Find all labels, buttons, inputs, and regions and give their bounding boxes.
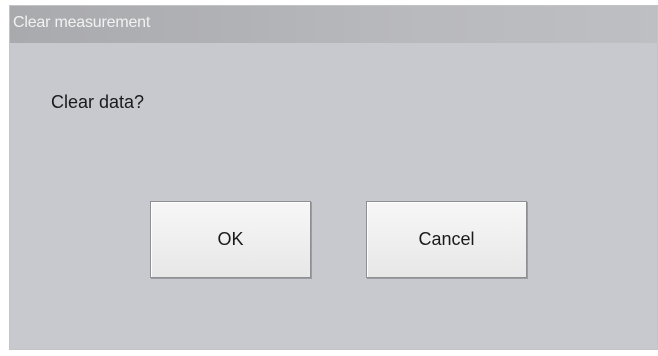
cancel-button[interactable]: Cancel xyxy=(366,201,527,278)
clear-measurement-dialog: Clear measurement Clear data? OK Cancel xyxy=(9,5,658,350)
ok-button[interactable]: OK xyxy=(150,201,311,278)
dialog-titlebar[interactable]: Clear measurement xyxy=(10,6,657,43)
dialog-title: Clear measurement xyxy=(13,14,151,31)
dialog-message: Clear data? xyxy=(51,92,145,112)
